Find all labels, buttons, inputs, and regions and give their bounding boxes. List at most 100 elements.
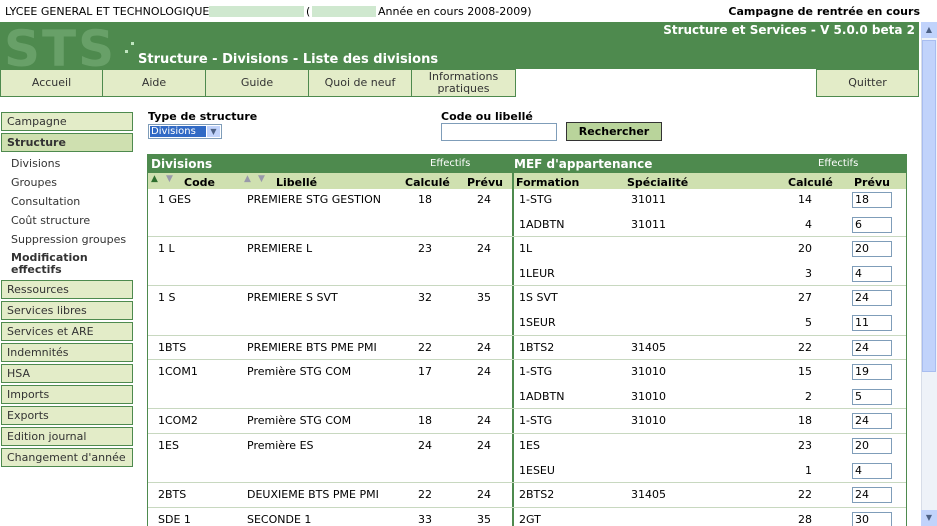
sidebar-sub-divisions[interactable]: Divisions: [11, 157, 60, 170]
division-prevu: 35: [477, 291, 491, 305]
mef-formation: 1S SVT: [519, 291, 558, 305]
mef-prevu-input[interactable]: 5: [852, 388, 892, 405]
sidebar-item-indemnites[interactable]: Indemnités: [1, 343, 133, 362]
mef-specialite: 31010: [631, 414, 666, 428]
mef-calcule: 22: [798, 488, 812, 502]
mef-prevu-input[interactable]: 18: [852, 192, 892, 208]
mef-calcule: 28: [798, 512, 812, 526]
app-banner: STS Structure et Services - V 5.0.0 beta…: [0, 20, 919, 78]
effectifs-label-right: Effectifs: [818, 158, 859, 169]
type-structure-select[interactable]: Divisions ▼: [148, 124, 222, 139]
division-libelle: PREMIERE L: [247, 242, 313, 256]
sort-desc-icon[interactable]: ▼: [166, 174, 173, 184]
nav-informations-pratiques[interactable]: Informations pratiques: [411, 69, 516, 97]
division-prevu: 24: [477, 439, 491, 452]
mef-specialite: 31010: [631, 365, 666, 379]
nav-quoi-de-neuf[interactable]: Quoi de neuf: [308, 69, 412, 97]
sidebar-sub-cout-structure[interactable]: Coût structure: [11, 214, 90, 227]
sidebar-item-structure[interactable]: Structure: [1, 133, 133, 152]
sidebar-item-imports[interactable]: Imports: [1, 385, 133, 404]
division-code: 1BTS: [158, 340, 187, 354]
division-libelle: Première ES: [247, 439, 314, 452]
division-libelle: PREMIERE STG GESTION: [247, 193, 382, 206]
scroll-down-icon[interactable]: ▼: [921, 510, 937, 526]
nav-aide[interactable]: Aide: [102, 69, 206, 97]
division-calcule: 18: [418, 193, 432, 206]
sidebar-item-ressources[interactable]: Ressources: [1, 280, 133, 299]
row-separator: [148, 359, 906, 361]
code-libelle-input[interactable]: [441, 123, 557, 141]
app-version: Structure et Services - V 5.0.0 beta 2: [663, 23, 915, 37]
sidebar-item-hsa[interactable]: HSA: [1, 364, 133, 383]
sidebar-item-services-libres[interactable]: Services libres: [1, 301, 133, 320]
code-libelle-label: Code ou libellé: [441, 110, 533, 123]
mef-formation: 1L: [519, 242, 533, 256]
col-prevu-mef: Prévu: [854, 176, 890, 189]
col-calcule-mef: Calculé: [788, 176, 833, 189]
division-prevu: 24: [477, 193, 491, 206]
col-code[interactable]: Code: [184, 176, 215, 189]
mef-formation: 1ADBTN: [519, 217, 565, 231]
division-libelle: SECONDE 1: [247, 512, 312, 526]
mef-prevu-input[interactable]: 20: [852, 438, 892, 454]
nav-quitter[interactable]: Quitter: [816, 69, 919, 97]
nav-accueil[interactable]: Accueil: [0, 69, 103, 97]
row-separator: [148, 433, 906, 434]
division-calcule: 32: [418, 291, 432, 305]
mef-prevu-input[interactable]: 24: [852, 413, 892, 430]
division-code: SDE 1: [158, 512, 191, 526]
division-prevu: 24: [477, 414, 491, 428]
col-specialite: Spécialité: [627, 176, 689, 189]
col-calcule: Calculé: [405, 176, 450, 189]
sidebar-item-campagne[interactable]: Campagne: [1, 112, 133, 131]
mef-formation: 2GT: [519, 512, 541, 526]
col-libelle[interactable]: Libellé: [276, 176, 317, 189]
sidebar-item-exports[interactable]: Exports: [1, 406, 133, 425]
nav-guide[interactable]: Guide: [205, 69, 309, 97]
mef-prevu-input[interactable]: 24: [852, 339, 892, 356]
sort-desc-icon[interactable]: ▼: [258, 174, 265, 184]
scroll-thumb[interactable]: [922, 40, 936, 372]
division-calcule: 33: [418, 512, 432, 526]
mef-calcule: 5: [805, 316, 812, 329]
mef-formation: 1BTS2: [519, 340, 555, 354]
mef-formation: 2BTS2: [519, 488, 555, 502]
division-calcule: 18: [418, 414, 432, 428]
mef-prevu-input[interactable]: 30: [852, 511, 892, 526]
chevron-down-icon[interactable]: ▼: [207, 126, 220, 137]
mef-prevu-input[interactable]: 4: [852, 265, 892, 282]
sidebar-sub-groupes[interactable]: Groupes: [11, 176, 57, 189]
mef-prevu-input[interactable]: 20: [852, 241, 892, 258]
division-libelle: PREMIERE BTS PME PMI: [247, 340, 377, 354]
sidebar-item-edition-journal[interactable]: Edition journal: [1, 427, 133, 446]
sort-asc-icon[interactable]: ▲: [151, 174, 158, 184]
logo-dot: [131, 42, 134, 45]
mef-prevu-input[interactable]: 19: [852, 364, 892, 381]
mef-prevu-input[interactable]: 24: [852, 290, 892, 307]
division-calcule: 24: [418, 439, 432, 452]
sidebar-sub-suppression-groupes[interactable]: Suppression groupes: [11, 233, 126, 246]
mef-calcule: 1: [805, 463, 812, 477]
division-calcule: 23: [418, 242, 432, 256]
sidebar-item-changement-annee[interactable]: Changement d'année: [1, 448, 133, 467]
sidebar-sub-consultation[interactable]: Consultation: [11, 195, 80, 208]
mef-prevu-input[interactable]: 24: [852, 487, 892, 504]
sort-asc-icon[interactable]: ▲: [244, 174, 251, 184]
sidebar-sub-modification-effectifs[interactable]: Modification effectifs: [11, 252, 111, 276]
division-code: 1 S: [158, 291, 176, 305]
scroll-up-icon[interactable]: ▲: [921, 22, 937, 38]
mef-specialite: 31010: [631, 389, 666, 403]
mef-prevu-input[interactable]: 11: [852, 315, 892, 331]
search-button[interactable]: Rechercher: [566, 122, 662, 141]
school-name: LYCEE GENERAL ET TECHNOLOGIQUE: [5, 5, 210, 18]
col-prevu: Prévu: [467, 176, 503, 189]
sidebar-item-services-are[interactable]: Services et ARE: [1, 322, 133, 341]
page-title: Structure - Divisions - Liste des divisi…: [138, 52, 439, 67]
division-code: 1COM2: [158, 414, 198, 428]
division-prevu: 24: [477, 488, 491, 502]
division-libelle: DEUXIEME BTS PME PMI: [247, 488, 379, 502]
mef-specialite: 31405: [631, 340, 666, 354]
mef-prevu-input[interactable]: 6: [852, 216, 892, 233]
mef-prevu-input[interactable]: 4: [852, 462, 892, 479]
type-structure-label: Type de structure: [148, 110, 258, 123]
